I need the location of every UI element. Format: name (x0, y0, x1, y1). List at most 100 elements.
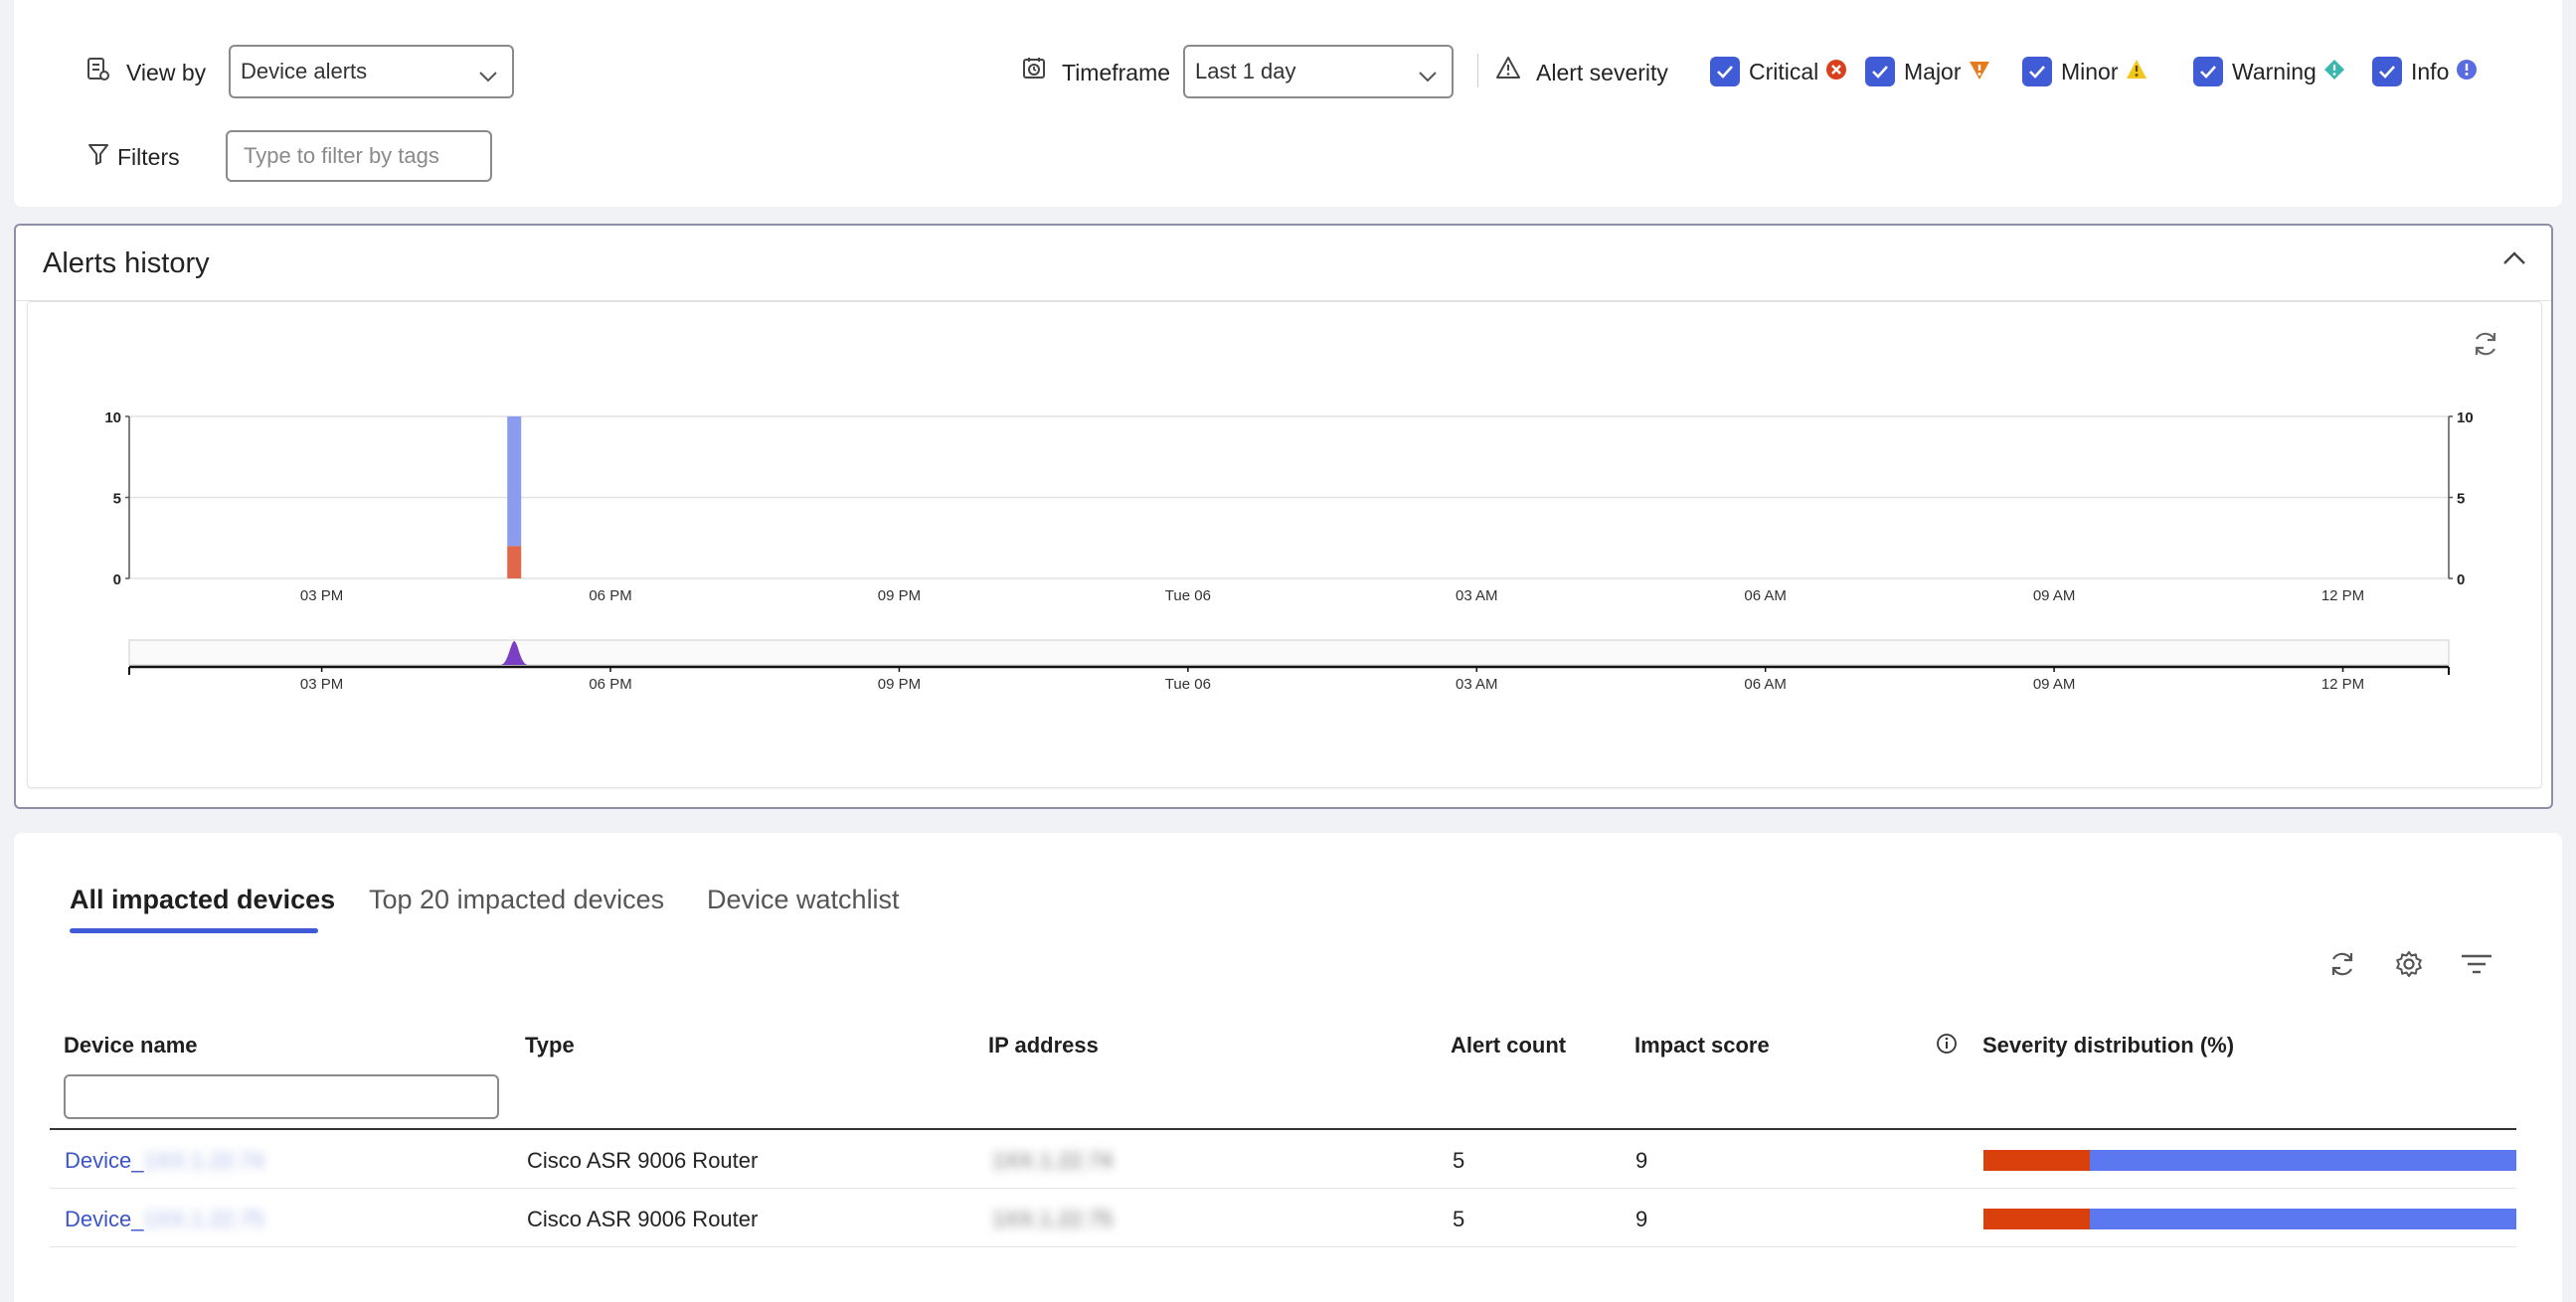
navigator-tick-label: 09 AM (2033, 676, 2076, 693)
x-tick-label: 12 PM (2321, 587, 2364, 604)
x-tick-label: 06 AM (1744, 587, 1787, 604)
severity-info-label: Info (2411, 58, 2450, 84)
y-tick-label-right: 10 (2457, 409, 2474, 426)
tab-device-watchlist[interactable]: Device watchlist (707, 885, 900, 915)
device-name-link[interactable]: Device_1XX.1.22.75 (65, 1207, 264, 1232)
major-triangle-down-icon (1969, 59, 1990, 85)
severity-segment-info (2090, 1150, 2516, 1171)
impact-score: 9 (1635, 1148, 1648, 1173)
alert-count: 5 (1453, 1207, 1465, 1231)
column-header-alert-count[interactable]: Alert count (1451, 1033, 1566, 1058)
timeframe-value: Last 1 day (1195, 59, 1296, 83)
device-type: Cisco ASR 9006 Router (527, 1207, 759, 1231)
severity-critical-label: Critical (1749, 58, 1819, 84)
tab-top-20-impacted-devices[interactable]: Top 20 impacted devices (369, 885, 664, 915)
alert-triangle-icon (1495, 56, 1521, 84)
collapse-chevron-up-icon[interactable] (2501, 249, 2527, 272)
active-tab-underline (70, 928, 318, 933)
y-tick-label-left: 0 (113, 571, 121, 588)
navigator-tick-label: 06 AM (1744, 676, 1787, 693)
severity-major-label: Major (1904, 58, 1962, 84)
alerts-history-panel: Alerts history 0 0 5 5 10 10 03 PM 06 PM 09 PM Tu… (14, 224, 2553, 809)
device-name-link[interactable]: Device_1XX.1.22.74 (65, 1148, 264, 1174)
view-by-value: Device alerts (241, 59, 368, 83)
timeframe-select[interactable]: Last 1 day (1183, 45, 1454, 98)
severity-distribution-bar (1983, 1150, 2516, 1171)
view-by-select[interactable]: Device alerts (229, 45, 514, 98)
x-tick-label: Tue 06 (1165, 587, 1211, 604)
chevron-down-icon (1418, 64, 1438, 89)
y-tick-label-left: 10 (104, 409, 121, 426)
navigator-tick-label: 03 AM (1456, 676, 1498, 693)
severity-distribution-bar (1983, 1209, 2516, 1229)
ip-address-redacted: 1XX.1.22.75 (992, 1207, 1114, 1231)
chevron-down-icon (478, 64, 498, 89)
checkbox-checked-icon[interactable] (2022, 57, 2052, 86)
navigator-tick-label: 03 PM (300, 676, 343, 693)
alert-count: 5 (1453, 1148, 1465, 1173)
filters-label: Filters (117, 144, 180, 170)
column-header-device-name[interactable]: Device name (64, 1033, 198, 1058)
filter-funnel-icon (87, 142, 109, 171)
settings-gear-icon[interactable] (2394, 949, 2424, 984)
alert-severity-label: Alert severity (1536, 60, 1668, 85)
severity-warning-label: Warning (2232, 58, 2317, 84)
column-header-impact-score[interactable]: Impact score (1634, 1033, 1770, 1058)
x-tick-label: 09 PM (878, 587, 921, 604)
severity-minor-label: Minor (2061, 58, 2119, 84)
device-name-redacted: 1XX.1.22.75 (143, 1207, 264, 1231)
table-row[interactable]: Device_1XX.1.22.75 Cisco ASR 9006 Router… (50, 1189, 2516, 1247)
column-header-severity-distribution[interactable]: Severity distribution (%) (1982, 1033, 2234, 1058)
tab-all-impacted-devices[interactable]: All impacted devices (70, 885, 335, 915)
bar-segment-critical (507, 546, 522, 578)
navigator-tick-label: 06 PM (589, 676, 631, 693)
severity-segment-critical (1983, 1150, 2091, 1171)
minor-warning-triangle-icon (2126, 59, 2147, 85)
ip-address-redacted: 1XX.1.22.74 (992, 1148, 1114, 1173)
toolbar-divider (1477, 54, 1478, 87)
critical-x-icon (1825, 59, 1847, 85)
checkbox-checked-icon[interactable] (2193, 57, 2223, 86)
checkbox-checked-icon[interactable] (1865, 57, 1895, 86)
severity-segment-info (2090, 1209, 2516, 1229)
timeframe-label: Timeframe (1062, 60, 1171, 85)
impacted-devices-panel: All impacted devices Top 20 impacted dev… (14, 833, 2562, 1302)
navigator-tick-label: Tue 06 (1165, 676, 1211, 693)
table-row[interactable]: Device_1XX.1.22.74 Cisco ASR 9006 Router… (50, 1130, 2516, 1189)
view-by-label: View by (126, 60, 207, 85)
x-tick-label: 06 PM (589, 587, 631, 604)
x-tick-label: 03 PM (300, 587, 343, 604)
alerts-history-chart: 0 0 5 5 10 10 03 PM 06 PM 09 PM Tue 06 03 AM 06 AM 0… (104, 409, 2474, 693)
alerts-chart-card: 0 0 5 5 10 10 03 PM 06 PM 09 PM Tue 06 03 AM 06 AM 0… (27, 301, 2542, 788)
navigator-tick-label: 12 PM (2321, 676, 2364, 693)
tags-filter-input[interactable] (226, 130, 492, 182)
y-tick-label-right: 0 (2457, 571, 2465, 588)
device-name-redacted: 1XX.1.22.74 (143, 1148, 264, 1173)
column-header-type[interactable]: Type (525, 1033, 575, 1058)
alerts-history-title: Alerts history (43, 247, 210, 279)
x-tick-label: 09 AM (2033, 587, 2076, 604)
severity-segment-critical (1983, 1209, 2091, 1229)
table-refresh-icon[interactable] (2327, 949, 2357, 984)
device-type: Cisco ASR 9006 Router (527, 1148, 759, 1173)
warning-diamond-icon (2323, 59, 2345, 85)
severity-info[interactable]: Info (2372, 52, 2478, 91)
navigator-track (128, 639, 2450, 666)
checkbox-checked-icon[interactable] (2372, 57, 2402, 86)
impact-score: 9 (1635, 1207, 1648, 1231)
device-name-prefix: Device_ (65, 1207, 144, 1231)
column-filter-icon[interactable] (2460, 951, 2493, 982)
severity-minor[interactable]: Minor (2022, 52, 2147, 91)
x-tick-label: 03 AM (1456, 587, 1498, 604)
info-tooltip-icon[interactable] (1936, 1033, 1958, 1059)
severity-major[interactable]: Major (1865, 52, 1990, 91)
severity-critical[interactable]: Critical (1710, 52, 1847, 91)
filter-panel: View by Device alerts Filters Timeframe … (14, 0, 2562, 207)
severity-warning[interactable]: Warning (2193, 52, 2345, 91)
navigator-tick-label: 09 PM (878, 676, 921, 693)
info-circle-icon (2456, 59, 2478, 85)
checkbox-checked-icon[interactable] (1710, 57, 1740, 86)
column-header-ip-address[interactable]: IP address (988, 1033, 1099, 1058)
clock-calendar-icon (1022, 56, 1048, 86)
device-name-filter-input[interactable] (64, 1074, 499, 1119)
